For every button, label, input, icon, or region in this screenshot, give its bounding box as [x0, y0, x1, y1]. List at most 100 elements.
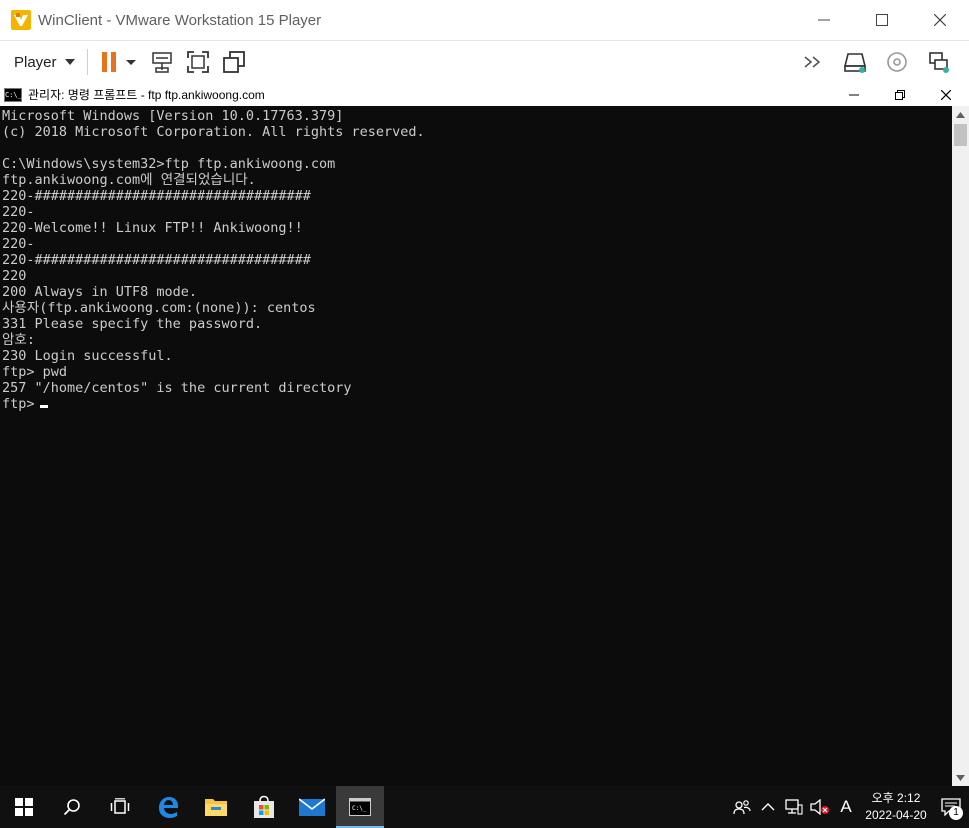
- clock-time: 오후 2:12: [871, 791, 921, 805]
- close-icon: [941, 89, 951, 100]
- notification-count-badge: 1: [949, 806, 963, 820]
- vmware-titlebar: WinClient - VMware Workstation 15 Player: [0, 0, 969, 40]
- console-line: 331 Please specify the password.: [2, 316, 263, 332]
- double-chevron-right-icon: [804, 56, 821, 68]
- console-prompt-line: ftp>: [2, 396, 952, 412]
- clock-date: 2022-04-20: [865, 808, 927, 822]
- player-menu-label: Player: [14, 53, 57, 71]
- console-line: ftp.ankiwoong.com에 연결되었습니다.: [2, 172, 256, 188]
- console-line: (c) 2018 Microsoft Corporation. All righ…: [2, 124, 425, 140]
- network-status-button[interactable]: [781, 786, 807, 828]
- input-method-indicator[interactable]: A: [833, 786, 859, 828]
- system-tray: A 오후 2:12 2022-04-20 1: [729, 786, 969, 828]
- vmware-window-title: WinClient - VMware Workstation 15 Player: [38, 11, 322, 29]
- console-line: Microsoft Windows [Version 10.0.17763.37…: [2, 108, 344, 124]
- cmd-restore-button[interactable]: [877, 83, 923, 106]
- cmd-window-title: 관리자: 명령 프롬프트 - ftp ftp.ankiwoong.com: [28, 88, 265, 102]
- console-scrollbar[interactable]: [952, 106, 969, 786]
- folder-icon: [205, 799, 227, 816]
- taskbar-command-prompt-button[interactable]: C:\_: [336, 786, 384, 828]
- windows-logo-icon: [15, 798, 33, 816]
- svg-text:C:\_: C:\_: [352, 805, 367, 812]
- console-output-area[interactable]: Microsoft Windows [Version 10.0.17763.37…: [0, 106, 952, 786]
- command-prompt-icon: C:\_: [349, 798, 371, 816]
- console-line: 200 Always in UTF8 mode.: [2, 284, 198, 300]
- full-screen-button[interactable]: [184, 48, 212, 76]
- send-ctrl-alt-del-button[interactable]: [148, 48, 176, 76]
- console-line: 220-: [2, 236, 35, 252]
- vm-maximize-button[interactable]: [853, 0, 911, 40]
- cmd-minimize-button[interactable]: [831, 83, 877, 106]
- cd-dvd-device-button[interactable]: [883, 48, 911, 76]
- people-button[interactable]: [729, 786, 755, 828]
- network-icon: [785, 799, 803, 815]
- minimize-icon: [818, 19, 830, 21]
- ftp-prompt: ftp>: [2, 396, 35, 412]
- player-menu-button[interactable]: Player: [14, 54, 75, 71]
- vmware-toolbar: Player: [0, 40, 969, 84]
- pause-button[interactable]: [100, 48, 140, 76]
- edge-browser-icon: [159, 797, 178, 818]
- fullscreen-icon: [186, 51, 209, 73]
- scroll-thumb[interactable]: [954, 124, 967, 146]
- text-cursor: [39, 405, 48, 408]
- restore-icon: [895, 89, 905, 100]
- taskbar-clock[interactable]: 오후 2:12 2022-04-20: [859, 786, 933, 828]
- scroll-up-button[interactable]: [952, 106, 969, 123]
- start-button[interactable]: [0, 786, 48, 828]
- console-line: 257 "/home/centos" is the current direct…: [2, 380, 352, 396]
- vmware-logo-icon: [11, 10, 31, 30]
- mail-icon: [299, 798, 325, 816]
- people-icon: [733, 800, 751, 815]
- unity-icon: [222, 51, 245, 73]
- maximize-icon: [876, 14, 888, 26]
- cmd-app-icon: C:\_: [4, 87, 22, 102]
- network-adapter-icon: [929, 52, 949, 73]
- hard-disk-device-button[interactable]: [841, 48, 869, 76]
- arrow-up-icon: [956, 111, 965, 118]
- cmd-close-button[interactable]: [923, 83, 969, 106]
- console-line: 220: [2, 268, 27, 284]
- vm-minimize-button[interactable]: [795, 0, 853, 40]
- volume-muted-icon: [810, 799, 829, 815]
- network-adapter-device-button[interactable]: [925, 48, 953, 76]
- pause-icon: [101, 52, 136, 72]
- volume-button[interactable]: [807, 786, 833, 828]
- taskbar-mail-button[interactable]: [288, 786, 336, 828]
- scroll-down-button[interactable]: [952, 769, 969, 786]
- console-line: 사용자(ftp.ankiwoong.com:(none)): centos: [2, 300, 316, 316]
- task-view-button[interactable]: [96, 786, 144, 828]
- console-line: 220-##################################: [2, 252, 311, 268]
- unity-button[interactable]: [220, 48, 248, 76]
- console-line: ftp> pwd: [2, 364, 68, 380]
- store-bag-icon: [254, 795, 274, 818]
- console-line: 암호:: [2, 332, 35, 348]
- ctrl-alt-del-icon: [151, 52, 172, 73]
- console-text: Microsoft Windows [Version 10.0.17763.37…: [0, 106, 952, 412]
- cd-icon: [887, 52, 907, 72]
- hard-disk-icon: [843, 53, 867, 73]
- show-hidden-icons-button[interactable]: [755, 786, 781, 828]
- console-line: C:\Windows\system32>ftp ftp.ankiwoong.co…: [2, 156, 336, 172]
- console-line: 220-Welcome!! Linux FTP!! Ankiwoong!!: [2, 220, 303, 236]
- more-devices-button[interactable]: [799, 48, 827, 76]
- taskbar-edge-button[interactable]: [144, 786, 192, 828]
- search-button[interactable]: [48, 786, 96, 828]
- console-line: 220-##################################: [2, 188, 311, 204]
- toolbar-divider: [86, 49, 88, 75]
- cmd-titlebar: C:\_ 관리자: 명령 프롬프트 - ftp ftp.ankiwoong.co…: [0, 83, 969, 106]
- close-icon: [934, 14, 946, 26]
- vm-close-button[interactable]: [911, 0, 969, 40]
- taskbar-store-button[interactable]: [240, 786, 288, 828]
- console-line: 220-: [2, 204, 35, 220]
- arrow-down-icon: [956, 774, 965, 781]
- console-line: 230 Login successful.: [2, 348, 173, 364]
- windows-taskbar: C:\_ A 오후 2:12 2022-04-20 1: [0, 786, 969, 828]
- task-view-icon: [110, 798, 130, 814]
- search-icon: [63, 799, 80, 816]
- chevron-down-icon: [64, 59, 75, 65]
- action-center-button[interactable]: 1: [933, 786, 969, 828]
- taskbar-file-explorer-button[interactable]: [192, 786, 240, 828]
- minimize-icon: [849, 94, 859, 95]
